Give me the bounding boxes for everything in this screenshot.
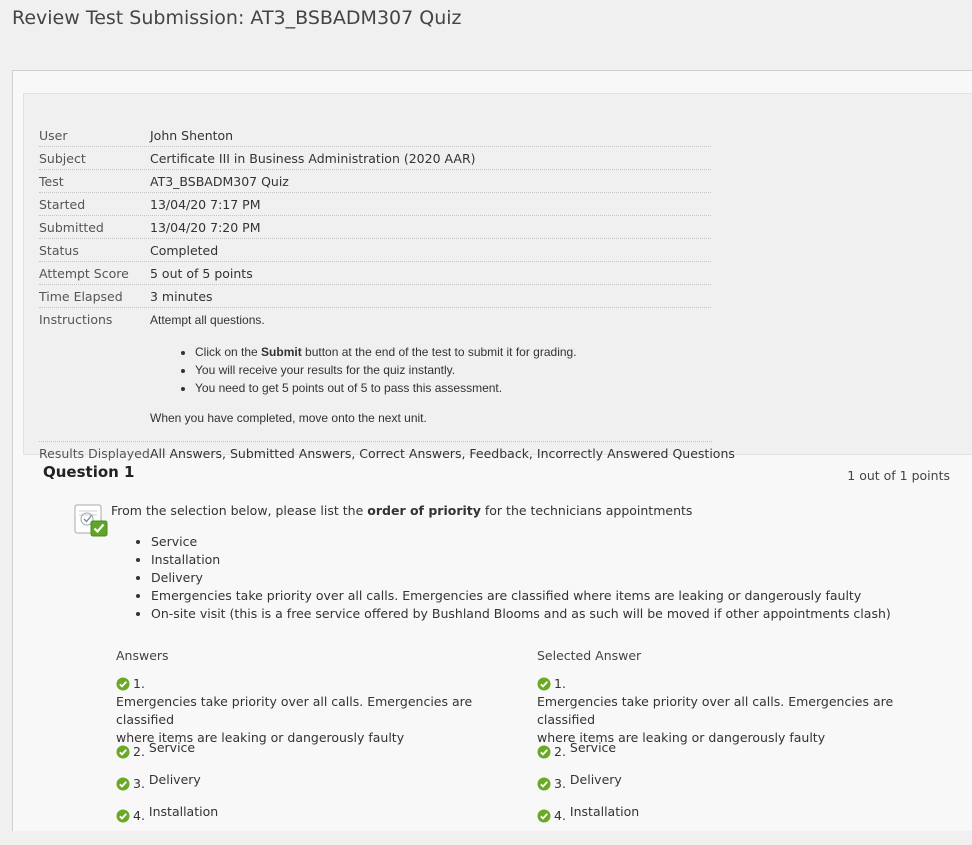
- answer-number: 4.: [133, 808, 145, 823]
- graded-correct-icon: [74, 503, 108, 537]
- question-option: Service: [151, 533, 891, 551]
- detail-label: User: [39, 128, 68, 143]
- answer-item: 3. Delivery: [116, 772, 201, 793]
- instructions-item: You will receive your results for the qu…: [195, 361, 577, 379]
- answer-text: Emergencies take priority over all calls…: [116, 694, 473, 727]
- answer-number: 1.: [554, 676, 566, 691]
- detail-value: All Answers, Submitted Answers, Correct …: [150, 446, 735, 461]
- question-options-list: Service Installation Delivery Emergencie…: [131, 533, 891, 623]
- answer-number: 4.: [554, 808, 566, 823]
- row-divider: [39, 215, 711, 216]
- selected-answer-item: 2. Service: [537, 740, 617, 761]
- priority-emphasis: order of priority: [367, 503, 481, 518]
- row-divider: [39, 192, 711, 193]
- instructions-intro: Attempt all questions.: [150, 313, 265, 327]
- correct-check-icon: [537, 745, 551, 759]
- correct-check-icon: [116, 677, 130, 691]
- detail-label: Attempt Score: [39, 266, 129, 281]
- content-frame: User John Shenton Subject Certificate II…: [12, 70, 972, 831]
- row-divider: [39, 238, 711, 239]
- answer-number: 3.: [133, 776, 145, 791]
- row-divider: [39, 441, 712, 442]
- answer-text: Delivery: [148, 772, 201, 787]
- detail-label: Time Elapsed: [39, 289, 123, 304]
- correct-check-icon: [116, 809, 130, 823]
- detail-value: 13/04/20 7:20 PM: [150, 220, 261, 235]
- selected-answer-item: 4. Installation: [537, 804, 640, 825]
- detail-value: AT3_BSBADM307 Quiz: [150, 174, 289, 189]
- detail-label: Status: [39, 243, 79, 258]
- correct-check-icon: [537, 677, 551, 691]
- detail-label: Test: [39, 174, 64, 189]
- detail-label: Results Displayed: [39, 446, 150, 461]
- question-option: Installation: [151, 551, 891, 569]
- instructions-item: You need to get 5 points out of 5 to pas…: [195, 379, 577, 397]
- row-divider: [39, 284, 711, 285]
- detail-label: Instructions: [39, 312, 113, 327]
- detail-label: Submitted: [39, 220, 104, 235]
- answer-number: 2.: [554, 744, 566, 759]
- detail-value: 3 minutes: [150, 289, 213, 304]
- page-title: Review Test Submission: AT3_BSBADM307 Qu…: [12, 7, 462, 29]
- answer-number: 2.: [133, 744, 145, 759]
- question-title: Question 1: [43, 463, 135, 481]
- question-option: Emergencies take priority over all calls…: [151, 587, 891, 605]
- answer-text: Installation: [148, 804, 219, 819]
- answer-item: 4. Installation: [116, 804, 219, 825]
- row-divider: [39, 146, 711, 147]
- detail-value: Completed: [150, 243, 219, 258]
- selected-answer-column-header: Selected Answer: [537, 648, 642, 663]
- question-text: From the selection below, please list th…: [111, 503, 693, 518]
- instructions-outro: When you have completed, move onto the n…: [150, 411, 427, 425]
- answer-text: Installation: [569, 804, 640, 819]
- detail-label: Started: [39, 197, 86, 212]
- answer-text: Delivery: [569, 772, 622, 787]
- question-option: On-site visit (this is a free service of…: [151, 605, 891, 623]
- answer-text: Emergencies take priority over all calls…: [537, 694, 894, 727]
- row-divider: [39, 169, 711, 170]
- row-divider: [39, 261, 711, 262]
- submit-emphasis: Submit: [261, 345, 302, 359]
- detail-value: 13/04/20 7:17 PM: [150, 197, 261, 212]
- detail-label: Subject: [39, 151, 86, 166]
- row-divider: [39, 307, 711, 308]
- detail-value: John Shenton: [150, 128, 234, 143]
- answer-number: 3.: [554, 776, 566, 791]
- submission-details-panel: User John Shenton Subject Certificate II…: [23, 93, 972, 461]
- correct-check-icon: [537, 809, 551, 823]
- instructions-list: Click on the Submit button at the end of…: [175, 343, 577, 397]
- answer-text: Service: [569, 740, 617, 755]
- answer-number: 1.: [133, 676, 145, 691]
- selected-answer-item: 3. Delivery: [537, 772, 622, 793]
- instructions-item: Click on the Submit button at the end of…: [195, 343, 577, 361]
- detail-value: 5 out of 5 points: [150, 266, 253, 281]
- correct-check-icon: [116, 777, 130, 791]
- selected-answer-item: 1. Emergencies take priority over all ca…: [537, 675, 942, 747]
- correct-check-icon: [537, 777, 551, 791]
- detail-value: Certificate III in Business Administrati…: [150, 151, 476, 166]
- question-points: 1 out of 1 points: [847, 468, 950, 483]
- answer-item: 2. Service: [116, 740, 196, 761]
- answer-text: Service: [148, 740, 196, 755]
- answer-item: 1. Emergencies take priority over all ca…: [116, 675, 521, 747]
- question-option: Delivery: [151, 569, 891, 587]
- correct-check-icon: [116, 745, 130, 759]
- answers-column-header: Answers: [116, 648, 169, 663]
